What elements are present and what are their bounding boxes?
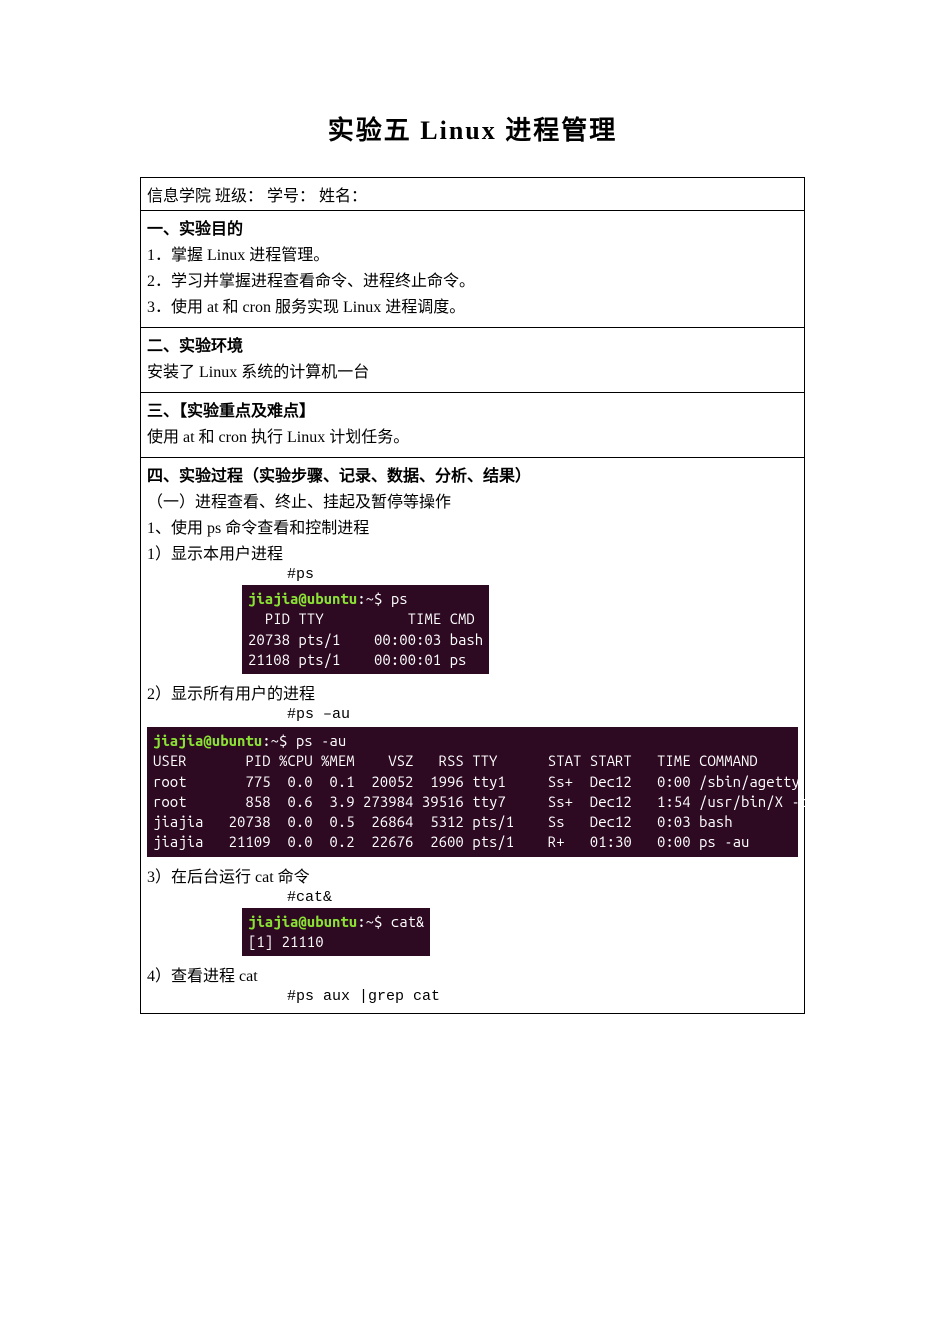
- purpose-item-3: 3．使用 at 和 cron 服务实现 Linux 进程调度。: [147, 293, 798, 317]
- proc-3-label: 3）在后台运行 cat 命令: [147, 863, 798, 887]
- term2-line-4: jiajia 21109 0.0 0.2 22676 2600 pts/1 R+…: [153, 833, 749, 850]
- term1-line-2: 21108 pts/1 00:00:01 ps: [248, 651, 466, 668]
- term2-line-3: jiajia 20738 0.0 0.5 26864 5312 pts/1 Ss…: [153, 813, 733, 830]
- terminal-3-wrap: jiajia@ubuntu:~$ cat& [1] 21110: [242, 908, 798, 957]
- term2-prompt-suffix: :~$: [262, 732, 296, 749]
- purpose-item-1: 1．掌握 Linux 进程管理。: [147, 241, 798, 265]
- term2-line-2: root 858 0.6 3.9 273984 39516 tty7 Ss+ D…: [153, 793, 825, 810]
- term2-prompt-user: jiajia@ubuntu: [153, 732, 262, 749]
- term1-prompt-suffix: :~$: [357, 590, 391, 607]
- info-header-text: 信息学院 班级： 学号： 姓名：: [147, 188, 367, 205]
- term2-line-1: root 775 0.0 0.1 20052 1996 tty1 Ss+ Dec…: [153, 773, 825, 790]
- term3-cmd: cat&: [391, 913, 425, 930]
- section-env-body: 安装了 Linux 系统的计算机一台: [147, 358, 798, 382]
- section-key-label: 三、【实验重点及难点】: [147, 397, 798, 421]
- terminal-2: jiajia@ubuntu:~$ ps -au USER PID %CPU %M…: [147, 727, 798, 857]
- section-purpose: 一、实验目的 1．掌握 Linux 进程管理。 2．学习并掌握进程查看命令、进程…: [141, 211, 804, 328]
- terminal-1: jiajia@ubuntu:~$ ps PID TTY TIME CMD 207…: [242, 585, 489, 674]
- proc-2-label: 2）显示所有用户的进程: [147, 680, 798, 704]
- term1-cmd: ps: [391, 590, 408, 607]
- section-keypoints: 三、【实验重点及难点】 使用 at 和 cron 执行 Linux 计划任务。: [141, 393, 804, 458]
- proc-1-label: 1）显示本用户进程: [147, 540, 798, 564]
- document-frame: 信息学院 班级： 学号： 姓名： 一、实验目的 1．掌握 Linux 进程管理。…: [140, 177, 805, 1014]
- term2-cmd: ps -au: [296, 732, 346, 749]
- proc-4-label: 4）查看进程 cat: [147, 962, 798, 986]
- proc-3-cmd: #cat&: [287, 889, 798, 906]
- info-header-row: 信息学院 班级： 学号： 姓名：: [141, 178, 804, 211]
- terminal-1-wrap: jiajia@ubuntu:~$ ps PID TTY TIME CMD 207…: [242, 585, 798, 674]
- proc-1-cmd: #ps: [287, 566, 798, 583]
- term2-line-0: USER PID %CPU %MEM VSZ RSS TTY STAT STAR…: [153, 752, 758, 769]
- proc-sub1: （一）进程查看、终止、挂起及暂停等操作: [147, 488, 798, 512]
- term3-prompt-suffix: :~$: [357, 913, 391, 930]
- page-title: 实验五 Linux 进程管理: [0, 110, 945, 147]
- proc-step1: 1、使用 ps 命令查看和控制进程: [147, 514, 798, 538]
- term1-line-0: PID TTY TIME CMD: [248, 610, 475, 627]
- proc-2-cmd: #ps –au: [287, 706, 798, 723]
- term3-prompt-user: jiajia@ubuntu: [248, 913, 357, 930]
- document-page: 实验五 Linux 进程管理 信息学院 班级： 学号： 姓名： 一、实验目的 1…: [0, 0, 945, 1014]
- section-purpose-label: 一、实验目的: [147, 215, 798, 239]
- term1-line-1: 20738 pts/1 00:00:03 bash: [248, 631, 483, 648]
- section-proc-label: 四、实验过程（实验步骤、记录、数据、分析、结果）: [147, 462, 798, 486]
- section-env-label: 二、实验环境: [147, 332, 798, 356]
- purpose-item-2: 2．学习并掌握进程查看命令、进程终止命令。: [147, 267, 798, 291]
- section-process: 四、实验过程（实验步骤、记录、数据、分析、结果） （一）进程查看、终止、挂起及暂…: [141, 458, 804, 1014]
- section-key-body: 使用 at 和 cron 执行 Linux 计划任务。: [147, 423, 798, 447]
- section-environment: 二、实验环境 安装了 Linux 系统的计算机一台: [141, 328, 804, 393]
- terminal-3: jiajia@ubuntu:~$ cat& [1] 21110: [242, 908, 430, 957]
- term1-prompt-user: jiajia@ubuntu: [248, 590, 357, 607]
- term3-line-0: [1] 21110: [248, 933, 324, 950]
- terminal-2-wrap: jiajia@ubuntu:~$ ps -au USER PID %CPU %M…: [147, 727, 798, 857]
- proc-4-cmd: #ps aux |grep cat: [287, 988, 798, 1005]
